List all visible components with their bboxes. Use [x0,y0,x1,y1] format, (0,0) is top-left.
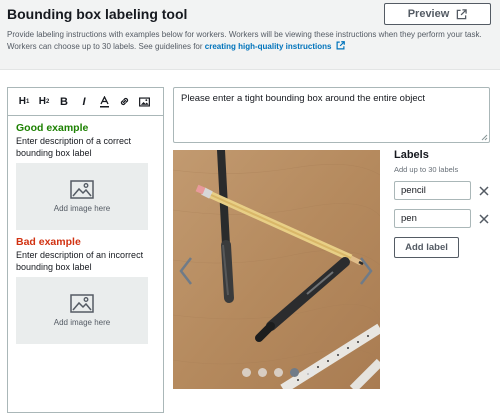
add-image-label: Add image here [53,204,111,213]
carousel-photo [173,150,380,389]
text-color-icon [99,95,109,107]
bad-example-image-slot[interactable]: Add image here [16,277,148,344]
bold-button[interactable]: B [54,92,74,112]
link-button[interactable] [114,92,134,112]
link-icon [120,97,128,106]
good-example-title: Good example [16,122,89,134]
good-example-block: Good example Enter description of a corr… [8,122,163,344]
carousel-dot[interactable] [242,368,251,377]
image-icon [138,96,150,107]
label-input-pencil[interactable]: pencil [394,181,471,200]
add-label-button[interactable]: Add label [394,237,459,258]
page-title: Bounding box labeling tool [7,6,188,22]
image-placeholder-icon [70,180,94,199]
heading-2-button[interactable]: H2 [34,92,54,112]
carousel-dot[interactable] [258,368,267,377]
carousel-dot[interactable] [306,368,315,377]
remove-label-icon[interactable] [478,185,490,197]
bad-example-title: Bad example [16,236,81,248]
italic-button[interactable]: I [74,92,94,112]
bad-example-text[interactable]: Enter description of an incorrect boundi… [16,249,155,273]
preview-label: Preview [407,8,450,20]
image-carousel[interactable] [173,150,380,389]
add-image-label: Add image here [53,318,111,327]
external-link-icon [457,8,468,19]
external-link-icon[interactable] [336,40,345,50]
label-input-pen[interactable]: pen [394,209,471,228]
carousel-dot[interactable] [290,368,299,377]
instruction-textarea[interactable]: Please enter a tight bounding box around… [173,87,490,143]
instruction-text: Please enter a tight bounding box around… [181,93,426,104]
carousel-next-arrow-icon[interactable] [359,256,373,286]
heading-1-button[interactable]: H1 [14,92,34,112]
good-example-text[interactable]: Enter description of a correct bounding … [16,135,155,159]
carousel-indicators [242,368,315,377]
image-placeholder-icon [70,294,94,313]
text-color-button[interactable] [94,92,114,112]
header: Bounding box labeling tool Preview Provi… [0,0,500,70]
remove-label-icon[interactable] [478,213,490,225]
carousel-dot[interactable] [274,368,283,377]
labels-subtitle: Add up to 30 labels [394,165,459,174]
guidelines-link[interactable]: creating high-quality instructions [205,42,332,51]
good-example-image-slot[interactable]: Add image here [16,163,148,230]
instructions-description: Provide labeling instructions with examp… [7,29,495,52]
instructions-editor: H1 H2 B I Good example Enter description… [7,87,164,413]
editor-toolbar: H1 H2 B I [8,88,163,116]
preview-button[interactable]: Preview [384,3,491,25]
image-button[interactable] [134,92,154,112]
resize-handle-icon[interactable] [480,133,488,141]
labels-heading: Labels [394,149,429,161]
carousel-prev-arrow-icon[interactable] [179,256,193,286]
